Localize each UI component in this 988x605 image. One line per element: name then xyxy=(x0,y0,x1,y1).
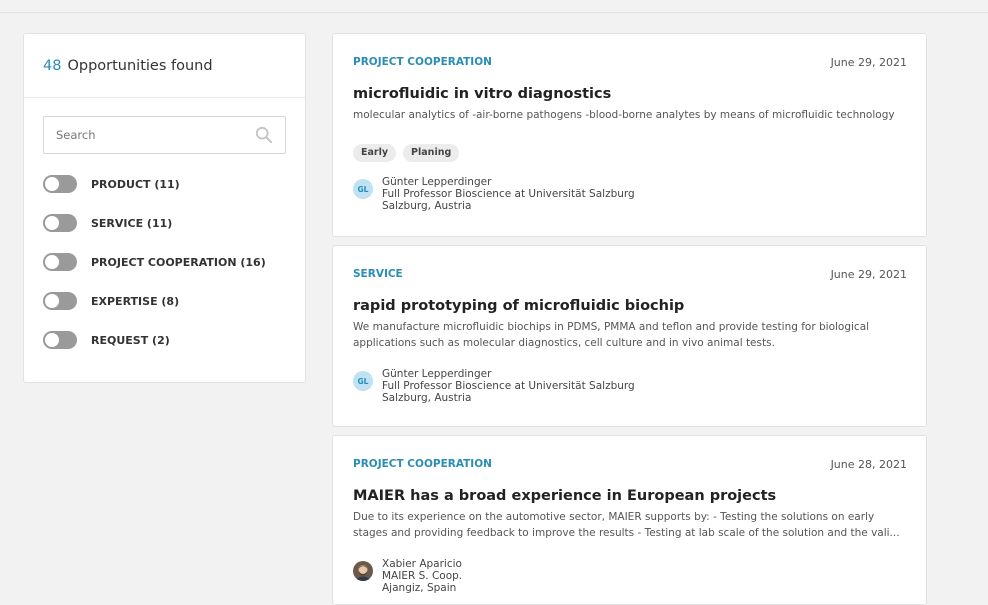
filter-label: PRODUCT (11) xyxy=(91,177,180,191)
author-name: Günter Lepperdinger xyxy=(382,368,492,380)
avatar: GL xyxy=(353,179,373,199)
tag-planing: Planing xyxy=(403,144,460,162)
filter-service[interactable]: SERVICE (11) xyxy=(43,213,266,233)
tag-early: Early xyxy=(353,144,397,162)
filter-request[interactable]: REQUEST (2) xyxy=(43,330,266,350)
filter-toggle-service[interactable] xyxy=(43,214,77,232)
card-title[interactable]: MAIER has a broad experience in European… xyxy=(353,488,776,504)
filter-toggle-project-cooperation[interactable] xyxy=(43,253,77,271)
author-position: MAIER S. Coop. xyxy=(382,570,463,582)
filter-expertise[interactable]: EXPERTISE (8) xyxy=(43,291,266,311)
filter-label: SERVICE (11) xyxy=(91,216,173,230)
card-date: June 29, 2021 xyxy=(830,268,907,281)
card-description: Due to its experience on the automotive … xyxy=(353,511,900,539)
card-category: PROJECT COOPERATION xyxy=(353,56,492,68)
card-author[interactable]: Xabier Aparicio MAIER S. Coop. Ajangiz, … xyxy=(353,558,462,594)
filter-label: PROJECT COOPERATION (16) xyxy=(91,255,266,269)
opportunity-card[interactable]: PROJECT COOPERATION June 29, 2021 microf… xyxy=(332,33,927,237)
card-author[interactable]: GL Günter Lepperdinger Full Professor Bi… xyxy=(353,368,635,404)
filter-label: EXPERTISE (8) xyxy=(91,294,180,308)
results-count: 48 xyxy=(43,57,62,74)
results-count-header: 48 Opportunities found xyxy=(24,34,305,98)
opportunity-card[interactable]: SERVICE June 29, 2021 rapid prototyping … xyxy=(332,245,927,427)
filter-project-cooperation[interactable]: PROJECT COOPERATION (16) xyxy=(43,252,266,272)
author-position: Full Professor Bioscience at Universität… xyxy=(382,380,635,392)
card-author[interactable]: GL Günter Lepperdinger Full Professor Bi… xyxy=(353,176,635,212)
filter-toggle-request[interactable] xyxy=(43,331,77,349)
card-title[interactable]: microfluidic in vitro diagnostics xyxy=(353,86,611,102)
author-location: Salzburg, Austria xyxy=(382,200,472,212)
search-box xyxy=(43,116,286,154)
author-location: Salzburg, Austria xyxy=(382,392,472,404)
card-date: June 29, 2021 xyxy=(830,56,907,69)
author-location: Ajangiz, Spain xyxy=(382,582,457,594)
top-bar xyxy=(0,0,988,13)
card-date: June 28, 2021 xyxy=(830,458,907,471)
card-category: PROJECT COOPERATION xyxy=(353,458,492,470)
filter-toggle-product[interactable] xyxy=(43,175,77,193)
opportunity-card[interactable]: PROJECT COOPERATION June 28, 2021 MAIER … xyxy=(332,435,927,605)
avatar-photo xyxy=(353,561,373,581)
card-description: molecular analytics of -air-borne pathog… xyxy=(353,109,895,121)
author-name: Günter Lepperdinger xyxy=(382,176,492,188)
filter-label: REQUEST (2) xyxy=(91,333,170,347)
author-position: Full Professor Bioscience at Universität… xyxy=(382,188,635,200)
filter-toggle-expertise[interactable] xyxy=(43,292,77,310)
card-description: We manufacture microfluidic biochips in … xyxy=(353,321,870,349)
avatar: GL xyxy=(353,371,373,391)
search-icon[interactable] xyxy=(255,126,273,144)
author-name: Xabier Aparicio xyxy=(382,558,462,570)
card-tags: Early Planing xyxy=(353,144,460,162)
filter-product[interactable]: PRODUCT (11) xyxy=(43,174,266,194)
card-category: SERVICE xyxy=(353,268,403,280)
filter-list: PRODUCT (11) SERVICE (11) PROJECT COOPER… xyxy=(43,174,266,369)
filter-sidebar: 48 Opportunities found PRODUCT (11) SERV… xyxy=(23,33,306,383)
card-title[interactable]: rapid prototyping of microfluidic biochi… xyxy=(353,298,684,314)
results-count-label: Opportunities found xyxy=(67,57,213,74)
search-input[interactable] xyxy=(44,117,258,153)
